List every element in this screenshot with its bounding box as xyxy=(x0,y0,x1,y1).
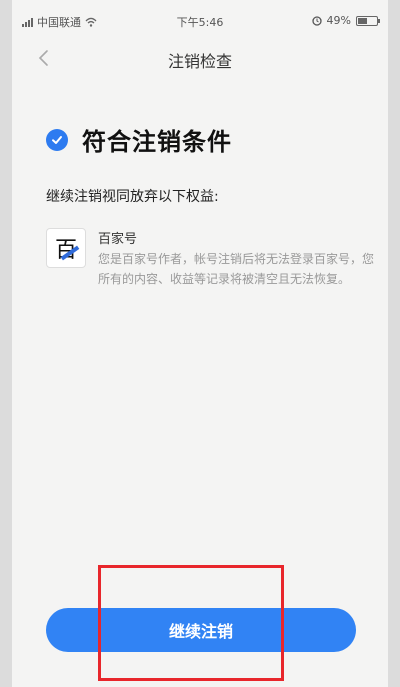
check-circle-icon xyxy=(46,128,68,151)
battery-percent: 49% xyxy=(326,14,351,27)
result-heading-text: 符合注销条件 xyxy=(82,128,232,156)
baijiahao-logo: 百 xyxy=(46,228,86,268)
benefit-description: 您是百家号作者，帐号注销后将无法登录百家号，您所有的内容、收益等记录将被清空且无… xyxy=(98,252,375,286)
benefit-title: 百家号 xyxy=(98,232,138,247)
continue-cancel-button[interactable]: 继续注销 xyxy=(46,608,356,652)
benefits-subheading: 继续注销视同放弃以下权益: xyxy=(46,189,219,205)
screen: 中国联通 下午5:46 49% 注销检查 符合注销条件 继续注销视同放弃以下权益… xyxy=(12,0,388,687)
battery-icon xyxy=(356,15,380,26)
battery-fill xyxy=(358,17,367,24)
nav-bar: 注销检查 xyxy=(12,36,388,80)
page-title: 注销检查 xyxy=(167,52,232,71)
status-bar: 中国联通 下午5:46 49% xyxy=(12,0,388,36)
status-right: 49% xyxy=(311,14,380,27)
alarm-icon xyxy=(311,15,322,26)
result-heading: 符合注销条件 xyxy=(46,122,232,157)
